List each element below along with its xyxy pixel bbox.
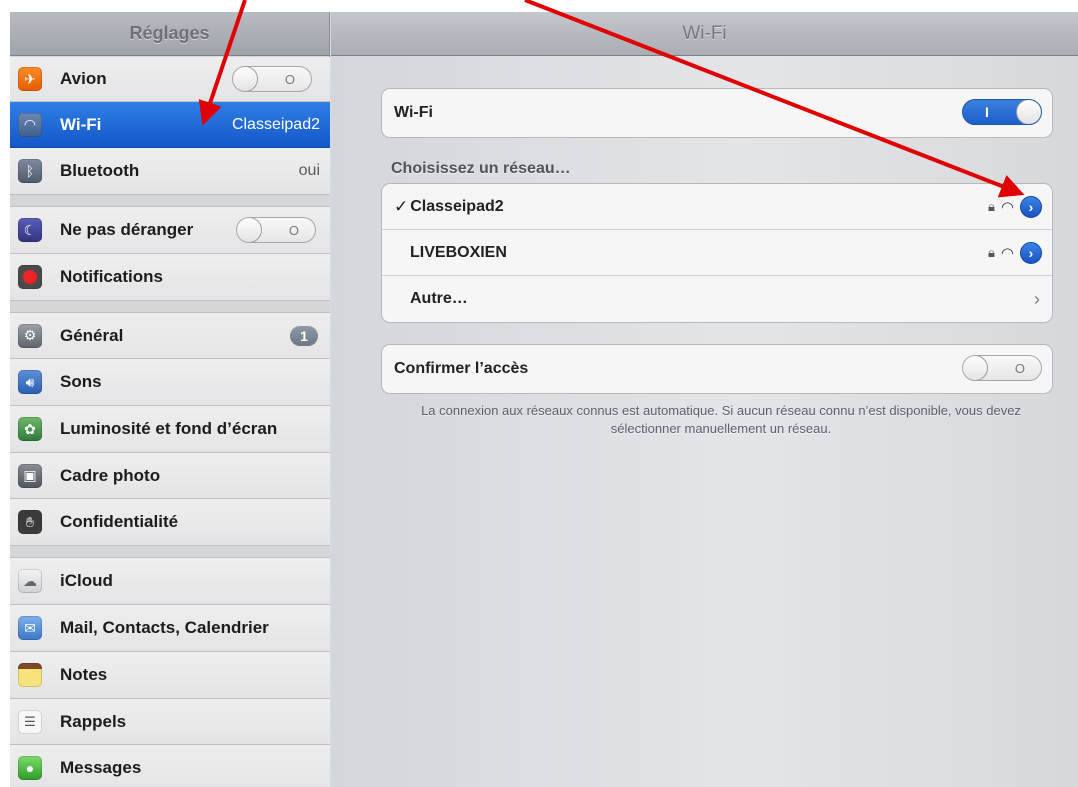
toggle-knob (963, 356, 988, 380)
sidebar-item-sons[interactable]: 🔊︎ Sons (10, 359, 330, 406)
wifi-signal-icon: ◠ (1000, 198, 1014, 216)
ask-join-toggle[interactable]: O (962, 355, 1042, 381)
sidebar-item-avion[interactable]: ✈ Avion O (10, 57, 330, 102)
sidebar-title: Réglages (10, 12, 329, 56)
sidebar-item-cadre-photo[interactable]: ▣ Cadre photo (10, 453, 330, 499)
lock-icon: 🔒︎ (987, 198, 995, 214)
wifi-network-value: Classeipad2 (231, 115, 320, 133)
wifi-toggle[interactable]: I (962, 99, 1042, 125)
update-badge: 1 (290, 325, 318, 346)
airplane-icon: ✈ (18, 67, 42, 91)
group-separator (10, 546, 330, 558)
group-separator (10, 301, 330, 313)
lock-icon: 🔒︎ (987, 244, 995, 260)
disclosure-button-liveboxien[interactable]: › (1020, 241, 1042, 264)
settings-sidebar: Réglages ✈ Avion O ◠ Wi-Fi Classeipad2 ᛒ… (10, 12, 330, 787)
detail-title: Wi-Fi (331, 12, 1078, 56)
sidebar-item-bluetooth[interactable]: ᛒ Bluetooth oui (10, 148, 330, 195)
sidebar-item-icloud[interactable]: ☁ iCloud (10, 558, 330, 605)
sidebar-item-rappels[interactable]: ☰ Rappels (10, 699, 330, 745)
sidebar-item-notes[interactable]: Notes (10, 652, 330, 699)
hand-icon: ✋︎ (18, 510, 42, 534)
toggle-knob (233, 67, 258, 91)
network-row-classeipad2[interactable]: ✓ Classeipad2 🔒︎ ◠ › (382, 184, 1052, 230)
messages-icon: ● (18, 756, 42, 780)
disclosure-button-classeipad2[interactable]: › (1020, 195, 1042, 218)
cloud-icon: ☁ (18, 569, 42, 593)
avion-toggle[interactable]: O (232, 66, 312, 92)
speaker-icon: 🔊︎ (18, 370, 42, 394)
moon-icon: ☾ (18, 218, 42, 242)
mail-icon: ✉ (18, 616, 42, 640)
sidebar-item-confidentialite[interactable]: ✋︎ Confidentialité (10, 499, 330, 546)
toggle-knob (1016, 100, 1041, 124)
wifi-icon: ◠ (18, 112, 42, 137)
networks-header: Choisissez un réseau… (391, 160, 571, 177)
sidebar-item-messages[interactable]: ● Messages (10, 745, 330, 787)
photo-frame-icon: ▣ (18, 463, 42, 488)
bluetooth-icon: ᛒ (18, 159, 42, 183)
wifi-signal-icon: ◠ (1000, 244, 1014, 262)
sidebar-item-luminosite[interactable]: ✿ Luminosité et fond d’écran (10, 406, 330, 453)
notes-icon (18, 663, 42, 687)
gear-icon: ⚙ (18, 323, 42, 348)
ipad-screen: Réglages ✈ Avion O ◠ Wi-Fi Classeipad2 ᛒ… (10, 12, 1078, 787)
ne-pas-deranger-toggle[interactable]: O (236, 217, 316, 243)
checkmark-icon: ✓ (394, 196, 409, 216)
notifications-icon (18, 265, 42, 289)
wifi-row: Wi-Fi I (382, 89, 1052, 137)
sidebar-item-notifications[interactable]: Notifications (10, 254, 330, 301)
sidebar-item-general[interactable]: ⚙ Général 1 (10, 313, 330, 359)
network-row-autre[interactable]: Autre… › (382, 276, 1052, 322)
sidebar-item-wifi[interactable]: ◠ Wi-Fi Classeipad2 (10, 102, 330, 148)
flower-icon: ✿ (18, 417, 42, 441)
network-row-liveboxien[interactable]: LIVEBOXIEN 🔒︎ ◠ › (382, 230, 1052, 276)
ask-join-row: Confirmer l’accès O (382, 345, 1052, 393)
sidebar-item-ne-pas-deranger[interactable]: ☾ Ne pas déranger O (10, 207, 330, 254)
ask-join-footer: La connexion aux réseaux connus est auto… (421, 403, 1021, 436)
reminders-icon: ☰ (18, 709, 42, 734)
wifi-switch-group: Wi-Fi I (381, 88, 1053, 138)
chevron-right-icon: › (1034, 288, 1040, 309)
ask-join-group: Confirmer l’accès O (381, 344, 1053, 394)
wifi-detail-pane: Wi-Fi Wi-Fi I Choisissez un réseau… ✓ Cl… (331, 12, 1078, 787)
group-separator (10, 195, 330, 207)
toggle-knob (237, 218, 262, 242)
bluetooth-value: oui (298, 162, 320, 179)
sidebar-item-mail[interactable]: ✉ Mail, Contacts, Calendrier (10, 605, 330, 652)
networks-group: ✓ Classeipad2 🔒︎ ◠ › LIVEBOXIEN 🔒︎ ◠ › A… (381, 183, 1053, 323)
